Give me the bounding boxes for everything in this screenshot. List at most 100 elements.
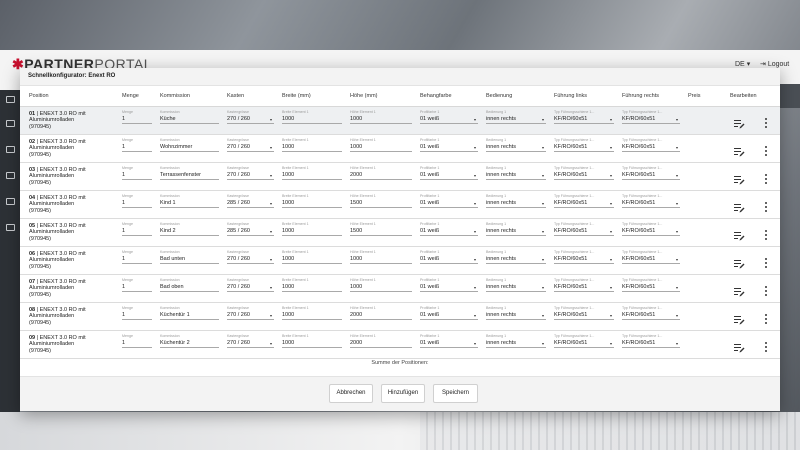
edit-list-icon[interactable]	[734, 343, 745, 352]
fuehrung-rechts-value[interactable]: KF/RO/60x51	[622, 339, 680, 348]
fuehrung-links-select[interactable]: Typ Führungsschiene 1... KF/RO/60x51 ▾	[554, 306, 614, 320]
fuehrung-rechts-select[interactable]: Typ Führungsschiene 1... KF/RO/60x51 ▾	[622, 194, 680, 208]
chevron-down-icon[interactable]: ▾	[474, 117, 476, 122]
breite-value[interactable]: 1000	[282, 339, 342, 348]
hoehe-field[interactable]: Höhe Element 1 2000	[350, 306, 412, 320]
kasten-value[interactable]: 270 / 260	[227, 283, 274, 292]
kasten-value[interactable]: 270 / 260	[227, 311, 274, 320]
breite-field[interactable]: Breite Element 1 1000	[282, 250, 342, 264]
menge-field[interactable]: Menge 1	[122, 250, 152, 264]
more-vertical-icon[interactable]	[764, 285, 768, 296]
chevron-down-icon[interactable]: ▾	[474, 313, 476, 318]
chevron-down-icon[interactable]: ▾	[610, 201, 612, 206]
cancel-button[interactable]: Abbrechen	[329, 384, 373, 403]
bedienung-value[interactable]: innen rechts	[486, 171, 546, 180]
behangfarbe-select[interactable]: Profilfarbe 1 01 weiß ▾	[420, 138, 478, 152]
kommission-value[interactable]: Terrassenfenster	[160, 171, 219, 180]
kommission-value[interactable]: Bad unten	[160, 255, 219, 264]
more-vertical-icon[interactable]	[764, 201, 768, 212]
bedienung-value[interactable]: innen rechts	[486, 227, 546, 236]
chevron-down-icon[interactable]: ▾	[474, 285, 476, 290]
menge-value[interactable]: 1	[122, 255, 152, 264]
menge-field[interactable]: Menge 1	[122, 166, 152, 180]
hoehe-value[interactable]: 1000	[350, 283, 412, 292]
breite-field[interactable]: Breite Element 1 1000	[282, 278, 342, 292]
chevron-down-icon[interactable]: ▾	[270, 285, 272, 290]
kasten-select[interactable]: Kastengrösse 270 / 260 ▾	[227, 110, 274, 124]
menge-value[interactable]: 1	[122, 339, 152, 348]
menge-value[interactable]: 1	[122, 199, 152, 208]
edit-list-icon[interactable]	[734, 287, 745, 296]
user-icon[interactable]	[6, 224, 15, 231]
chevron-down-icon[interactable]: ▾	[542, 341, 544, 346]
edit-list-icon[interactable]	[734, 203, 745, 212]
chevron-down-icon[interactable]: ▾	[610, 117, 612, 122]
bedienung-value[interactable]: innen rechts	[486, 115, 546, 124]
table-row[interactable]: 03 | ENEXT 3.0 RO mit Aluminiumrolladen …	[20, 162, 780, 190]
table-row[interactable]: 09 | ENEXT 3.0 RO mit Aluminiumrolladen …	[20, 330, 780, 358]
table-row[interactable]: 04 | ENEXT 3.0 RO mit Aluminiumrolladen …	[20, 190, 780, 218]
kasten-value[interactable]: 270 / 260	[227, 115, 274, 124]
behangfarbe-value[interactable]: 01 weiß	[420, 255, 478, 264]
more-vertical-icon[interactable]	[764, 341, 768, 352]
fuehrung-links-value[interactable]: KF/RO/60x51	[554, 311, 614, 320]
kommission-field[interactable]: Kommission Küche	[160, 110, 219, 124]
hoehe-field[interactable]: Höhe Element 1 1500	[350, 222, 412, 236]
bedienung-select[interactable]: Bedienung 1 innen rechts ▾	[486, 306, 546, 320]
kommission-field[interactable]: Kommission Terrassenfenster	[160, 166, 219, 180]
menge-field[interactable]: Menge 1	[122, 306, 152, 320]
kasten-select[interactable]: Kastengrösse 270 / 260 ▾	[227, 166, 274, 180]
chevron-down-icon[interactable]: ▾	[542, 201, 544, 206]
kommission-field[interactable]: Kommission Küchentür 2	[160, 334, 219, 348]
chevron-down-icon[interactable]: ▾	[270, 145, 272, 150]
fuehrung-links-select[interactable]: Typ Führungsschiene 1... KF/RO/60x51 ▾	[554, 222, 614, 236]
hoehe-value[interactable]: 1500	[350, 199, 412, 208]
fuehrung-rechts-value[interactable]: KF/RO/60x51	[622, 311, 680, 320]
chevron-down-icon[interactable]: ▾	[676, 341, 678, 346]
more-vertical-icon[interactable]	[764, 229, 768, 240]
hoehe-value[interactable]: 1000	[350, 255, 412, 264]
fuehrung-links-value[interactable]: KF/RO/60x51	[554, 283, 614, 292]
table-row[interactable]: 06 | ENEXT 3.0 RO mit Aluminiumrolladen …	[20, 246, 780, 274]
kommission-field[interactable]: Kommission Küchentür 1	[160, 306, 219, 320]
fuehrung-links-value[interactable]: KF/RO/60x51	[554, 199, 614, 208]
hoehe-field[interactable]: Höhe Element 1 1000	[350, 278, 412, 292]
menge-value[interactable]: 1	[122, 115, 152, 124]
bedienung-select[interactable]: Bedienung 1 innen rechts ▾	[486, 278, 546, 292]
kasten-select[interactable]: Kastengrösse 270 / 260 ▾	[227, 278, 274, 292]
menge-field[interactable]: Menge 1	[122, 194, 152, 208]
chevron-down-icon[interactable]: ▾	[270, 341, 272, 346]
kasten-select[interactable]: Kastengrösse 285 / 260 ▾	[227, 194, 274, 208]
fuehrung-rechts-select[interactable]: Typ Führungsschiene 1... KF/RO/60x51 ▾	[622, 278, 680, 292]
chevron-down-icon[interactable]: ▾	[610, 313, 612, 318]
breite-field[interactable]: Breite Element 1 1000	[282, 138, 342, 152]
hoehe-value[interactable]: 2000	[350, 339, 412, 348]
table-row[interactable]: 05 | ENEXT 3.0 RO mit Aluminiumrolladen …	[20, 218, 780, 246]
behangfarbe-value[interactable]: 01 weiß	[420, 227, 478, 236]
kasten-value[interactable]: 285 / 260	[227, 199, 274, 208]
chevron-down-icon[interactable]: ▾	[542, 229, 544, 234]
more-vertical-icon[interactable]	[764, 117, 768, 128]
fuehrung-rechts-value[interactable]: KF/RO/60x51	[622, 283, 680, 292]
menge-value[interactable]: 1	[122, 311, 152, 320]
menge-field[interactable]: Menge 1	[122, 110, 152, 124]
save-button[interactable]: Speichern	[433, 384, 478, 403]
chevron-down-icon[interactable]: ▾	[542, 313, 544, 318]
behangfarbe-select[interactable]: Profilfarbe 1 01 weiß ▾	[420, 222, 478, 236]
chart-icon[interactable]	[6, 146, 15, 153]
edit-list-icon[interactable]	[734, 315, 745, 324]
chevron-down-icon[interactable]: ▾	[676, 173, 678, 178]
table-row[interactable]: 08 | ENEXT 3.0 RO mit Aluminiumrolladen …	[20, 302, 780, 330]
kasten-value[interactable]: 270 / 260	[227, 339, 274, 348]
chevron-down-icon[interactable]: ▾	[270, 229, 272, 234]
chevron-down-icon[interactable]: ▾	[474, 341, 476, 346]
breite-field[interactable]: Breite Element 1 1000	[282, 194, 342, 208]
hoehe-field[interactable]: Höhe Element 1 2000	[350, 166, 412, 180]
chevron-down-icon[interactable]: ▾	[676, 257, 678, 262]
bedienung-value[interactable]: innen rechts	[486, 311, 546, 320]
table-row[interactable]: 07 | ENEXT 3.0 RO mit Aluminiumrolladen …	[20, 274, 780, 302]
chevron-down-icon[interactable]: ▾	[474, 257, 476, 262]
menu-icon[interactable]	[6, 96, 15, 103]
kommission-field[interactable]: Kommission Bad oben	[160, 278, 219, 292]
cart-icon[interactable]	[6, 120, 15, 127]
